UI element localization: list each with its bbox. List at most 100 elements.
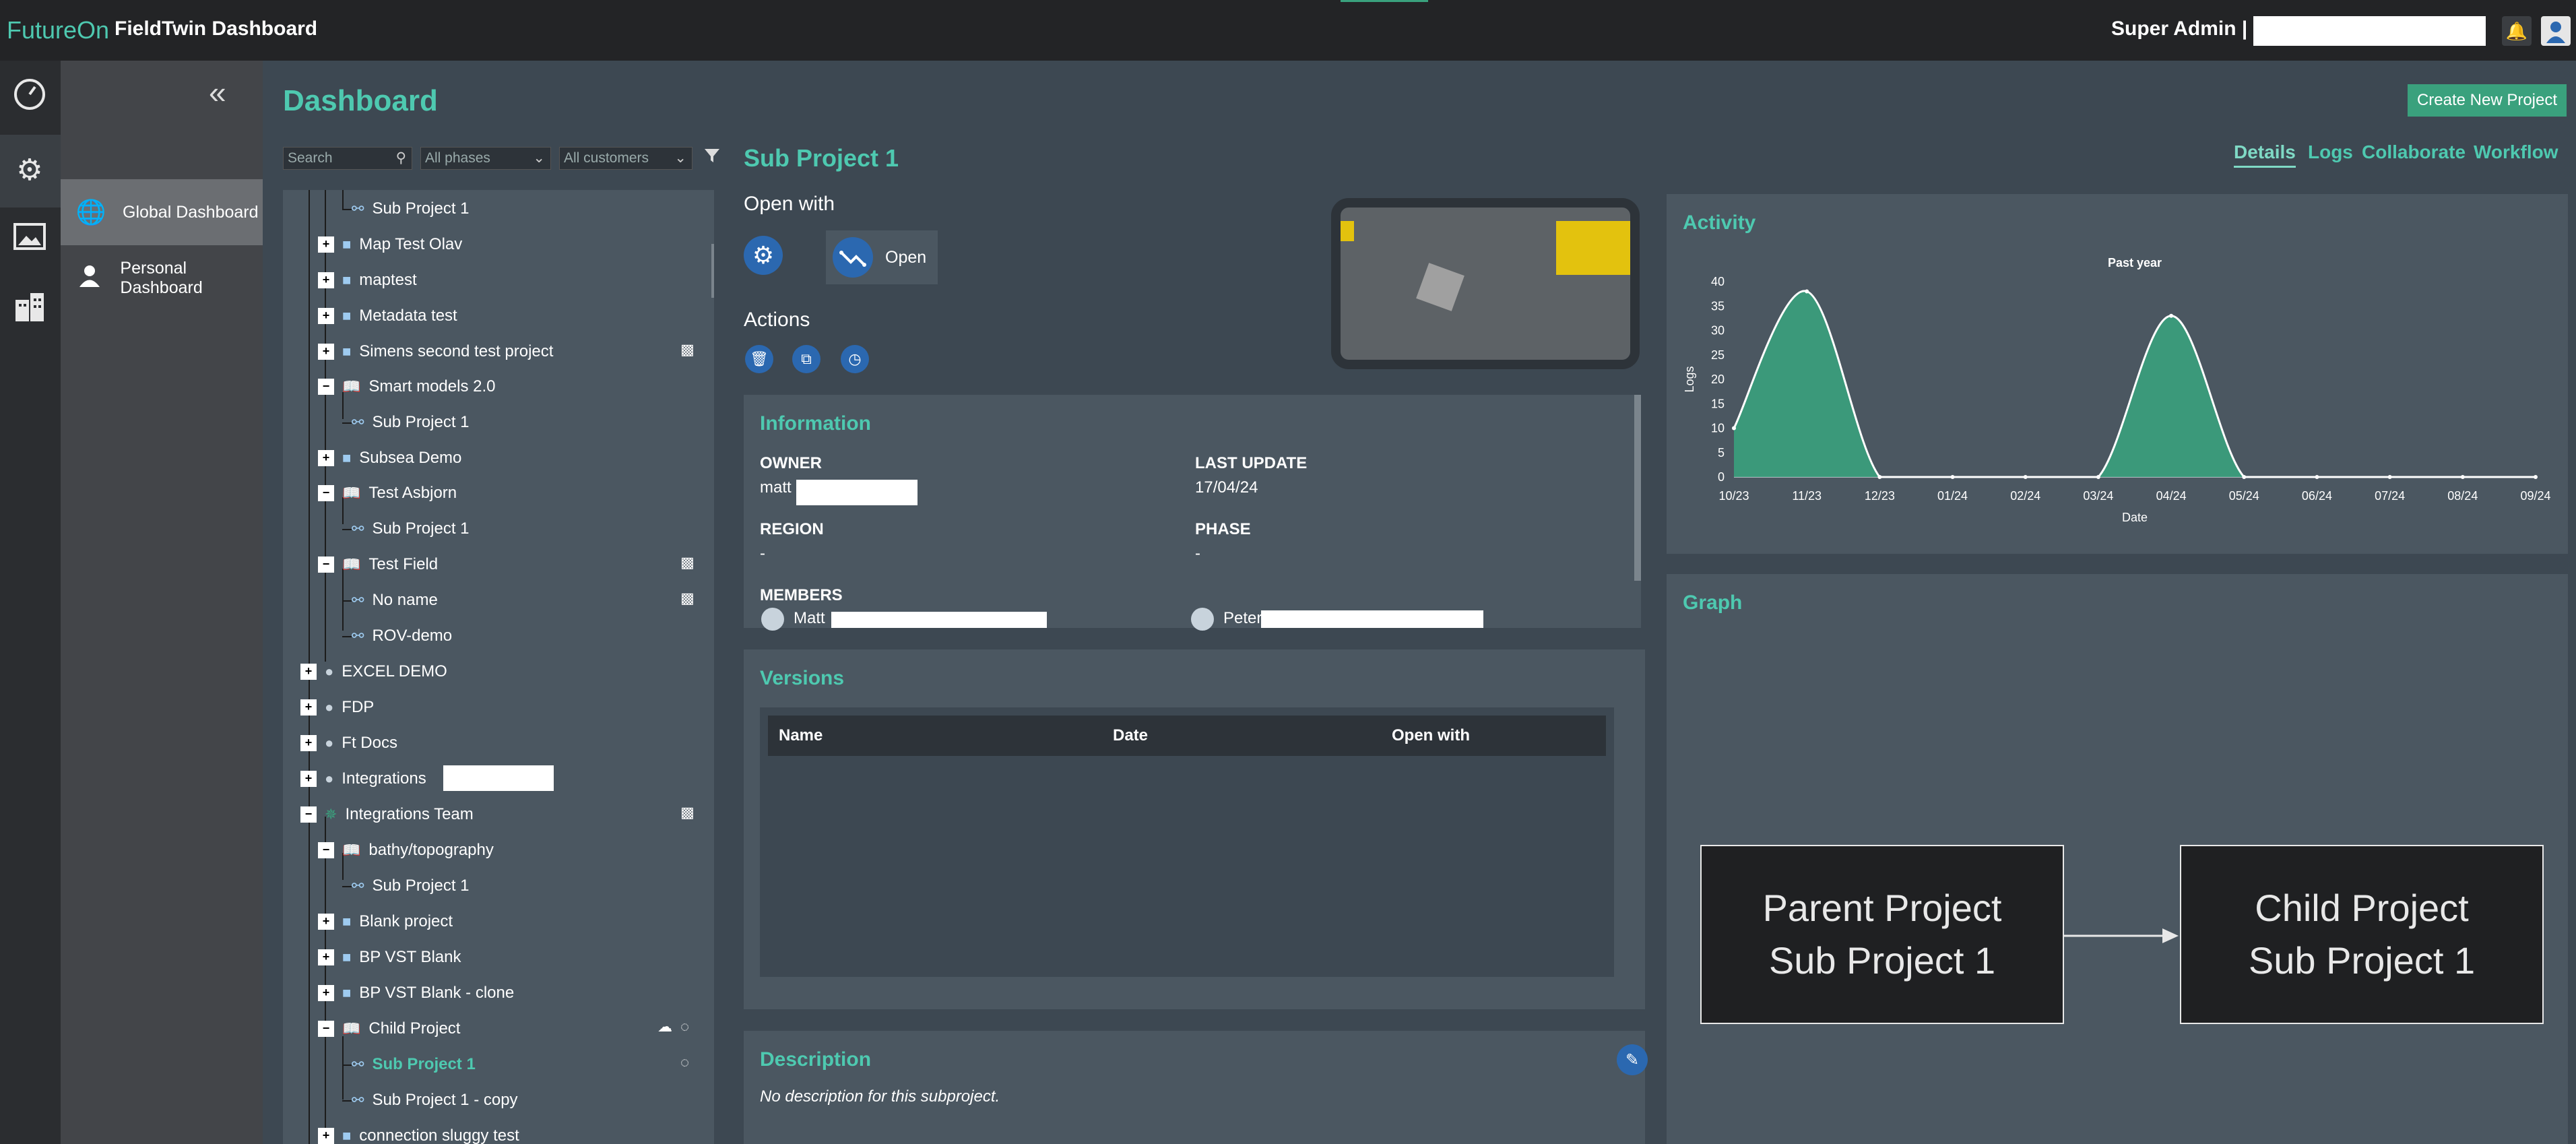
- child-project-node[interactable]: Child Project Sub Project 1: [2180, 845, 2544, 1024]
- tree-node[interactable]: − 📖 Test Asbjorn: [318, 480, 457, 507]
- tree-scrollbar[interactable]: [711, 244, 714, 298]
- tree-node[interactable]: + ● Integrations: [300, 765, 426, 792]
- expand-icon[interactable]: +: [318, 272, 334, 288]
- trash-icon[interactable]: 🗑: [745, 345, 773, 373]
- y-tick-label: 40: [1711, 275, 1725, 288]
- subproject-icon: ⚯: [352, 592, 364, 608]
- search-input[interactable]: Search ⚲: [283, 147, 412, 170]
- open-settings-button[interactable]: ⚙: [744, 236, 783, 275]
- create-new-project-button[interactable]: Create New Project: [2408, 84, 2567, 117]
- edit-pencil-icon[interactable]: ✎: [1617, 1044, 1648, 1075]
- user-label[interactable]: Super Admin |: [2111, 18, 2247, 40]
- dashboard-gauge-icon[interactable]: [9, 74, 50, 115]
- collapse-sidebar-icon[interactable]: «: [209, 74, 226, 110]
- expand-icon[interactable]: +: [300, 664, 317, 680]
- tree-node[interactable]: + ■ BP VST Blank - clone: [318, 980, 514, 1007]
- tree-node[interactable]: + ● EXCEL DEMO: [300, 658, 447, 685]
- expand-icon[interactable]: +: [300, 735, 317, 751]
- clock-icon[interactable]: ◷: [841, 345, 869, 373]
- expand-icon[interactable]: +: [318, 308, 334, 324]
- expand-icon[interactable]: +: [318, 344, 334, 360]
- tree-node[interactable]: ⚯ Sub Project 1: [337, 409, 470, 436]
- phases-select[interactable]: All phases ⌄: [420, 147, 551, 170]
- region-value: -: [760, 544, 765, 563]
- bell-icon[interactable]: 🔔: [2502, 16, 2532, 46]
- subproject-icon: ⚯: [352, 414, 364, 431]
- tree-node[interactable]: ⚯ No name: [337, 587, 438, 614]
- tab-details[interactable]: Details: [2234, 141, 2296, 168]
- tree-node[interactable]: − ✵ Integrations Team: [300, 801, 474, 828]
- tree-node[interactable]: − 📖 Test Field: [318, 551, 438, 578]
- tree-node[interactable]: + ● Ft Docs: [300, 730, 397, 757]
- data-point: [2315, 475, 2319, 479]
- expand-icon[interactable]: +: [318, 985, 334, 1001]
- y-tick-label: 10: [1711, 422, 1725, 435]
- tree-node[interactable]: ⚯ Sub Project 1 - copy: [337, 1087, 518, 1114]
- sidebar-item-personal-dashboard[interactable]: Personal Dashboard: [61, 245, 263, 311]
- tree-node[interactable]: + ■ Metadata test: [318, 303, 457, 329]
- subproject-icon: ⚯: [352, 1056, 364, 1073]
- field-icon: 📖: [342, 556, 361, 573]
- tree-node[interactable]: + ■ maptest: [318, 267, 417, 294]
- tree-node[interactable]: − 📖 Child Project: [318, 1015, 460, 1042]
- collapse-icon[interactable]: −: [318, 485, 334, 501]
- collapse-icon[interactable]: −: [318, 842, 334, 858]
- sidebar-item-global-dashboard[interactable]: 🌐 Global Dashboard: [61, 179, 263, 245]
- tree-node[interactable]: ⚯ Sub Project 1: [337, 515, 470, 542]
- tree-node[interactable]: ⚯ Sub Project 1: [337, 195, 470, 222]
- tree-node[interactable]: ⚯ ROV-demo: [337, 623, 452, 649]
- settings-gear-icon[interactable]: ⚙: [9, 150, 50, 190]
- data-point: [2169, 313, 2174, 318]
- subproject-icon: ⚯: [352, 200, 364, 217]
- tab-workflow[interactable]: Workflow: [2474, 141, 2558, 163]
- tree-node-selected[interactable]: ⚯ Sub Project 1: [337, 1051, 476, 1078]
- expand-icon[interactable]: +: [300, 699, 317, 716]
- project-icon: ■: [342, 236, 352, 253]
- collapse-icon[interactable]: −: [318, 1021, 334, 1037]
- collapse-icon[interactable]: −: [318, 557, 334, 573]
- account-icon: ●: [325, 699, 334, 716]
- customers-select[interactable]: All customers ⌄: [559, 147, 693, 170]
- sync-icon: ◌: [680, 1054, 690, 1071]
- copy-icon[interactable]: ⧉: [792, 345, 820, 373]
- tab-collaborate[interactable]: Collaborate: [2362, 141, 2466, 163]
- tree-node[interactable]: + ■ Subsea Demo: [318, 445, 461, 472]
- expand-icon[interactable]: +: [318, 236, 334, 253]
- field-icon: 📖: [342, 1020, 361, 1037]
- x-tick-label: 03/24: [2083, 489, 2113, 503]
- collapse-icon[interactable]: −: [318, 379, 334, 395]
- tree-node[interactable]: + ■ connection sluggy test: [318, 1122, 519, 1144]
- buildings-icon[interactable]: [9, 287, 50, 327]
- sync-icon: ◌: [680, 1018, 690, 1035]
- expand-icon[interactable]: +: [318, 450, 334, 466]
- project-icon: ■: [342, 1127, 352, 1144]
- tree-node[interactable]: + ■ Map Test Olav: [318, 231, 462, 258]
- tree-node[interactable]: − 📖 Smart models 2.0: [318, 373, 495, 400]
- project-thumbnail[interactable]: [1331, 198, 1640, 369]
- tree-node[interactable]: + ■ Simens second test project: [318, 338, 553, 365]
- expand-icon[interactable]: +: [300, 771, 317, 787]
- versions-panel: Versions Name Date Open with: [744, 649, 1645, 1009]
- tree-node[interactable]: + ● FDP: [300, 694, 374, 721]
- page-title: Dashboard: [283, 84, 438, 117]
- expand-icon[interactable]: +: [318, 1128, 334, 1144]
- activity-panel: Activity Past year 0 5 10 15 20 25 30 35 40 Logs 10…: [1667, 194, 2568, 554]
- user-icon[interactable]: [2541, 16, 2571, 46]
- expand-icon[interactable]: +: [318, 949, 334, 965]
- field-icon: 📖: [342, 841, 361, 858]
- open-button[interactable]: Open: [826, 230, 938, 284]
- tree-node[interactable]: + ■ BP VST Blank: [318, 944, 461, 971]
- graph-edge-arrow: [2064, 928, 2179, 943]
- parent-project-node[interactable]: Parent Project Sub Project 1: [1700, 845, 2064, 1024]
- member-name: Peter: [1223, 609, 1262, 627]
- tree-node[interactable]: + ■ Blank project: [318, 908, 453, 935]
- gallery-icon[interactable]: [9, 217, 50, 257]
- tree-node[interactable]: ⚯ Sub Project 1: [337, 872, 470, 899]
- expand-icon[interactable]: +: [318, 914, 334, 930]
- info-scrollbar[interactable]: [1634, 395, 1641, 581]
- tab-logs[interactable]: Logs: [2308, 141, 2353, 163]
- tree-node[interactable]: − 📖 bathy/topography: [318, 837, 494, 864]
- brand-logo[interactable]: FutureOn: [7, 16, 109, 44]
- filter-icon[interactable]: [701, 147, 723, 170]
- collapse-icon[interactable]: −: [300, 806, 317, 823]
